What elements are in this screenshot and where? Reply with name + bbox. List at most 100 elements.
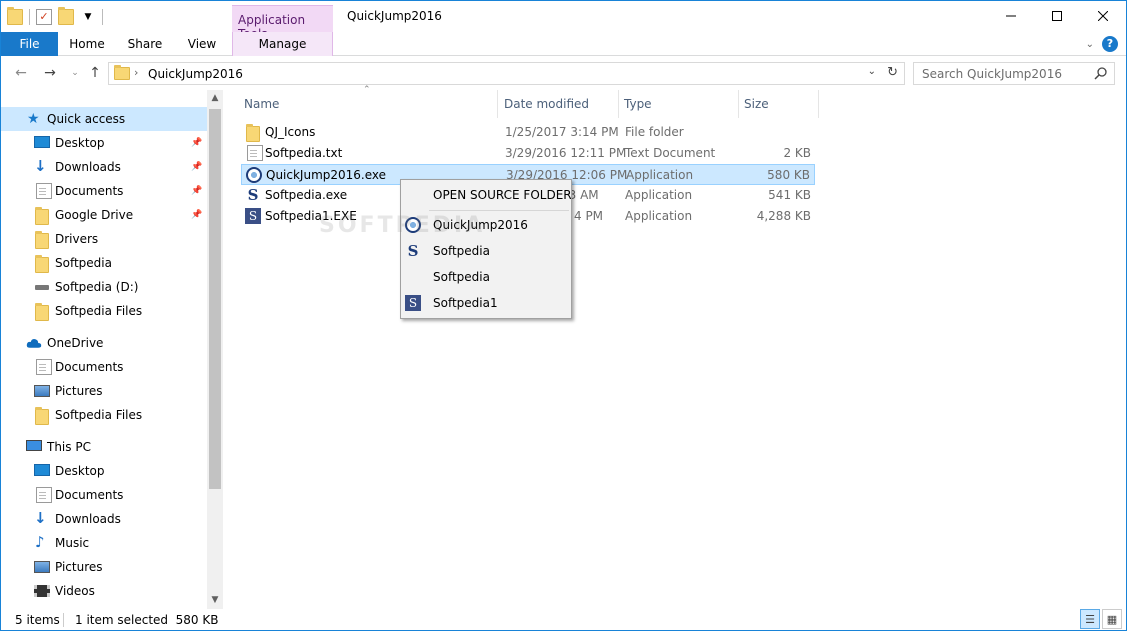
tab-file[interactable]: File [1,32,58,56]
nav-item-onedrive[interactable]: OneDrive [1,331,207,355]
nav-item-label: This PC [47,440,91,454]
forward-button[interactable]: → [41,63,59,83]
nav-item-onedrive-pictures[interactable]: Pictures [1,379,207,403]
address-bar[interactable]: › QuickJump2016 ⌄ ↻ [108,62,905,85]
nav-item-softpedia-d[interactable]: Softpedia (D:) [1,275,207,299]
quick-access-toolbar: ✓ ▼ [7,7,103,27]
file-size: 4,288 KB [756,209,811,223]
nav-item-softpedia[interactable]: Softpedia [1,251,207,275]
properties-icon[interactable]: ✓ [36,9,52,25]
pin-icon[interactable]: 📌 [191,186,202,196]
navigation-scrollbar[interactable]: ▲ ▼ [207,90,223,609]
file-name: Softpedia.txt [265,146,343,160]
file-size: 2 KB [783,146,811,160]
expand-ribbon-icon[interactable]: ⌄ [1086,39,1094,50]
back-button[interactable]: ← [12,63,30,83]
tab-share[interactable]: Share [121,32,169,56]
nav-item-pc-videos[interactable]: Videos [1,579,207,603]
text-file-icon [247,145,263,161]
address-row: ← → ⌄ ↑ › QuickJump2016 ⌄ ↻ Search Quick… [1,57,1126,89]
folder-icon [35,303,49,321]
nav-item-softpedia-files[interactable]: Softpedia Files [1,299,207,323]
menu-item-label: Softpedia1 [433,296,498,310]
tab-manage[interactable]: Manage [232,32,333,56]
nav-item-desktop[interactable]: Desktop 📌 [1,131,207,155]
downloads-icon: ↓ [34,157,47,175]
quickjump-app-icon [246,167,262,183]
pictures-icon [34,561,50,573]
nav-item-documents[interactable]: Documents 📌 [1,179,207,203]
nav-item-pc-pictures[interactable]: Pictures [1,555,207,579]
column-header-type[interactable]: Type [619,90,739,118]
navigation-pane: ★ Quick access Desktop 📌 ↓ Downloads 📌 D… [1,90,207,609]
up-button[interactable]: ↑ [86,63,104,83]
file-type: Text Document [625,146,716,160]
menu-item-softpedia-2[interactable]: Softpedia [401,265,571,289]
tab-view[interactable]: View [179,32,225,56]
nav-item-pc-desktop[interactable]: Desktop [1,459,207,483]
file-row[interactable]: QJ_Icons 1/25/2017 3:14 PM File folder [241,122,815,143]
nav-item-pc-documents[interactable]: Documents [1,483,207,507]
file-row[interactable]: Softpedia.txt 3/29/2016 12:11 PM Text Do… [241,143,815,164]
nav-item-label: Music [55,536,90,550]
customize-qat-icon[interactable]: ▼ [80,9,96,25]
refresh-icon[interactable]: ↻ [887,65,898,80]
details-view-button[interactable]: ☰ [1080,609,1100,629]
menu-item-softpedia1[interactable]: S Softpedia1 [401,291,571,315]
help-icon[interactable]: ? [1102,36,1118,52]
scroll-up-icon[interactable]: ▲ [207,90,223,107]
scroll-down-icon[interactable]: ▼ [207,592,223,609]
cloud-icon [26,339,42,348]
menu-item-softpedia[interactable]: S Softpedia [401,239,571,263]
column-header-date-modified[interactable]: Date modified [499,90,619,118]
nav-item-label: Documents [55,184,124,198]
desktop-icon [34,464,50,476]
file-name: QuickJump2016.exe [266,168,387,182]
nav-item-quick-access[interactable]: ★ Quick access [1,107,207,131]
maximize-button[interactable] [1034,1,1080,31]
nav-item-this-pc[interactable]: This PC [1,435,207,459]
pin-icon[interactable]: 📌 [191,138,202,148]
nav-item-google-drive[interactable]: Google Drive 📌 [1,203,207,227]
close-button[interactable] [1080,1,1126,31]
nav-item-label: Google Drive [55,208,134,222]
nav-item-downloads[interactable]: ↓ Downloads 📌 [1,155,207,179]
folder-icon [114,65,130,80]
nav-item-onedrive-documents[interactable]: Documents [1,355,207,379]
ribbon-right-controls: ⌄ ? [1086,36,1118,52]
pin-icon[interactable]: 📌 [191,210,202,220]
folder-icon [35,407,49,425]
nav-item-label: Softpedia Files [55,408,143,422]
breadcrumb-chevron-icon[interactable]: › [134,66,138,79]
recent-locations-button[interactable]: ⌄ [66,63,84,83]
menu-item-open-source-folder[interactable]: OPEN SOURCE FOLDER [401,183,572,207]
nav-item-pc-downloads[interactable]: ↓ Downloads [1,507,207,531]
separator [29,9,30,25]
file-date: 1/25/2017 3:14 PM [505,125,619,139]
pin-icon[interactable]: 📌 [191,162,202,172]
star-icon: ★ [27,111,40,127]
nav-item-onedrive-softpedia-files[interactable]: Softpedia Files [1,403,207,427]
file-date: 3/29/2016 12:11 PM [505,146,627,160]
large-icons-view-button[interactable]: ▦ [1102,609,1122,629]
search-input[interactable]: Search QuickJump2016 [913,62,1115,85]
folder-icon [35,255,49,273]
tab-home[interactable]: Home [63,32,111,56]
column-header-name[interactable]: Name [239,90,498,118]
nav-item-drivers[interactable]: Drivers [1,227,207,251]
menu-item-label: Softpedia [433,270,490,284]
window-controls [988,1,1126,31]
breadcrumb[interactable]: QuickJump2016 [148,67,243,81]
nav-item-label: Documents [55,488,124,502]
address-dropdown-icon[interactable]: ⌄ [868,66,876,77]
title-bar: ✓ ▼ Application Tools QuickJump2016 [1,1,1126,41]
new-folder-icon[interactable] [58,7,74,25]
search-icon[interactable] [1094,66,1108,80]
scrollbar-thumb[interactable] [209,109,221,489]
explorer-window: ✓ ▼ Application Tools QuickJump2016 File… [0,0,1127,631]
column-header-size[interactable]: Size [739,90,819,118]
file-type: File folder [625,125,684,139]
nav-item-pc-music[interactable]: ♪ Music [1,531,207,555]
minimize-button[interactable] [988,1,1034,31]
search-placeholder: Search QuickJump2016 [922,67,1062,81]
